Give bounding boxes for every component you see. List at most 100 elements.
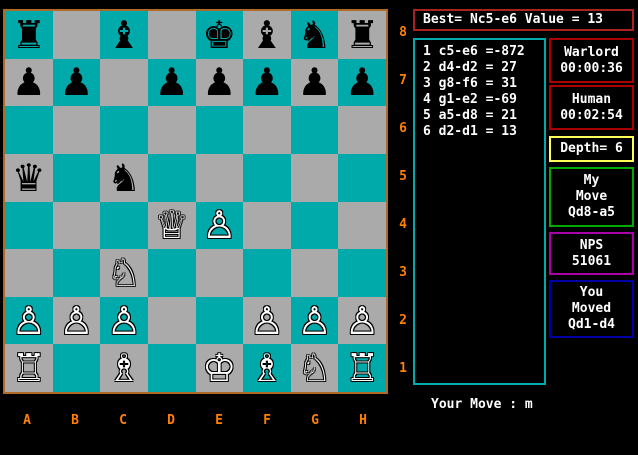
square-a5[interactable]: ♛ (5, 153, 53, 202)
square-f2[interactable]: ♙ (243, 296, 291, 345)
square-d1[interactable] (147, 344, 196, 392)
square-b8[interactable] (52, 11, 101, 59)
square-a2[interactable]: ♙ (5, 296, 53, 345)
square-g8[interactable]: ♞ (290, 11, 339, 59)
square-c7[interactable] (100, 58, 148, 107)
square-e3[interactable] (195, 249, 244, 297)
square-e8[interactable]: ♚ (195, 11, 244, 59)
square-g5[interactable] (290, 153, 339, 202)
square-a4[interactable] (5, 201, 53, 250)
square-b5[interactable] (52, 153, 101, 202)
black-piece-icon[interactable]: ♟ (59, 63, 93, 101)
my-move-value: Qd8-a5 (568, 205, 615, 220)
square-b1[interactable] (52, 344, 101, 392)
white-piece-icon[interactable]: ♙ (298, 302, 332, 340)
black-piece-icon[interactable]: ♜ (345, 16, 379, 54)
square-f6[interactable] (243, 106, 291, 154)
square-a6[interactable] (5, 106, 53, 154)
black-piece-icon[interactable]: ♟ (155, 63, 189, 101)
square-d8[interactable] (147, 11, 196, 59)
white-piece-icon[interactable]: ♘ (298, 349, 332, 387)
square-f1[interactable]: ♗ (243, 344, 291, 392)
square-h4[interactable] (338, 201, 386, 250)
white-piece-icon[interactable]: ♔ (202, 349, 236, 387)
square-d5[interactable] (147, 153, 196, 202)
square-g7[interactable]: ♟ (290, 58, 339, 107)
white-piece-icon[interactable]: ♘ (107, 254, 141, 292)
white-piece-icon[interactable]: ♙ (345, 302, 379, 340)
square-e2[interactable] (195, 296, 244, 345)
square-h7[interactable]: ♟ (338, 58, 386, 107)
square-d4[interactable]: ♕ (147, 201, 196, 250)
square-e7[interactable]: ♟ (195, 58, 244, 107)
black-piece-icon[interactable]: ♟ (250, 63, 284, 101)
square-f7[interactable]: ♟ (243, 58, 291, 107)
best-line: Best= Nc5-e6 Value = 13 (413, 9, 634, 31)
black-piece-icon[interactable]: ♟ (298, 63, 332, 101)
square-g3[interactable] (290, 249, 339, 297)
black-piece-icon[interactable]: ♛ (12, 159, 46, 197)
square-b3[interactable] (52, 249, 101, 297)
square-f4[interactable] (243, 201, 291, 250)
square-a7[interactable]: ♟ (5, 58, 53, 107)
black-piece-icon[interactable]: ♝ (107, 16, 141, 54)
white-piece-icon[interactable]: ♖ (345, 349, 379, 387)
black-piece-icon[interactable]: ♟ (345, 63, 379, 101)
square-d6[interactable] (147, 106, 196, 154)
square-e1[interactable]: ♔ (195, 344, 244, 392)
black-piece-icon[interactable]: ♝ (250, 16, 284, 54)
white-piece-icon[interactable]: ♗ (250, 349, 284, 387)
white-piece-icon[interactable]: ♙ (202, 206, 236, 244)
square-e4[interactable]: ♙ (195, 201, 244, 250)
square-c5[interactable]: ♞ (100, 153, 148, 202)
white-piece-icon[interactable]: ♙ (107, 302, 141, 340)
move-input-prompt[interactable]: Your Move : m (431, 397, 533, 412)
square-h2[interactable]: ♙ (338, 296, 386, 345)
square-b6[interactable] (52, 106, 101, 154)
square-d2[interactable] (147, 296, 196, 345)
white-piece-icon[interactable]: ♗ (107, 349, 141, 387)
black-piece-icon[interactable]: ♚ (202, 16, 236, 54)
square-c3[interactable]: ♘ (100, 249, 148, 297)
square-g6[interactable] (290, 106, 339, 154)
black-piece-icon[interactable]: ♟ (12, 63, 46, 101)
square-a8[interactable]: ♜ (5, 11, 53, 59)
square-c6[interactable] (100, 106, 148, 154)
square-h8[interactable]: ♜ (338, 11, 386, 59)
square-b2[interactable]: ♙ (52, 296, 101, 345)
square-a3[interactable] (5, 249, 53, 297)
square-f3[interactable] (243, 249, 291, 297)
white-piece-icon[interactable]: ♕ (155, 206, 189, 244)
white-piece-icon[interactable]: ♙ (12, 302, 46, 340)
white-piece-icon[interactable]: ♖ (12, 349, 46, 387)
white-piece-icon[interactable]: ♙ (59, 302, 93, 340)
square-h5[interactable] (338, 153, 386, 202)
square-h3[interactable] (338, 249, 386, 297)
square-c4[interactable] (100, 201, 148, 250)
black-piece-icon[interactable]: ♞ (298, 16, 332, 54)
square-c1[interactable]: ♗ (100, 344, 148, 392)
black-piece-icon[interactable]: ♜ (12, 16, 46, 54)
square-e6[interactable] (195, 106, 244, 154)
black-piece-icon[interactable]: ♟ (202, 63, 236, 101)
black-piece-icon[interactable]: ♞ (107, 159, 141, 197)
nps-box: NPS 51061 (549, 232, 634, 275)
file-label: B (71, 413, 79, 428)
chess-board[interactable]: ♜ ♝ ♚ ♝ ♞ ♜ ♟ ♟ ♟ ♟ ♟ ♟ ♟ ♛ ♞ ♕ ♙ ♘ ♙ ♙ ♙ ♙ ♙ ♙ ♖ ♗ ♔ ♗ ♘ ♖ (3, 9, 388, 394)
square-g4[interactable] (290, 201, 339, 250)
square-h6[interactable] (338, 106, 386, 154)
square-c2[interactable]: ♙ (100, 296, 148, 345)
square-d3[interactable] (147, 249, 196, 297)
square-b7[interactable]: ♟ (52, 58, 101, 107)
square-f5[interactable] (243, 153, 291, 202)
square-b4[interactable] (52, 201, 101, 250)
square-c8[interactable]: ♝ (100, 11, 148, 59)
square-f8[interactable]: ♝ (243, 11, 291, 59)
white-piece-icon[interactable]: ♙ (250, 302, 284, 340)
square-g1[interactable]: ♘ (290, 344, 339, 392)
square-e5[interactable] (195, 153, 244, 202)
square-a1[interactable]: ♖ (5, 344, 53, 392)
square-d7[interactable]: ♟ (147, 58, 196, 107)
square-h1[interactable]: ♖ (338, 344, 386, 392)
square-g2[interactable]: ♙ (290, 296, 339, 345)
